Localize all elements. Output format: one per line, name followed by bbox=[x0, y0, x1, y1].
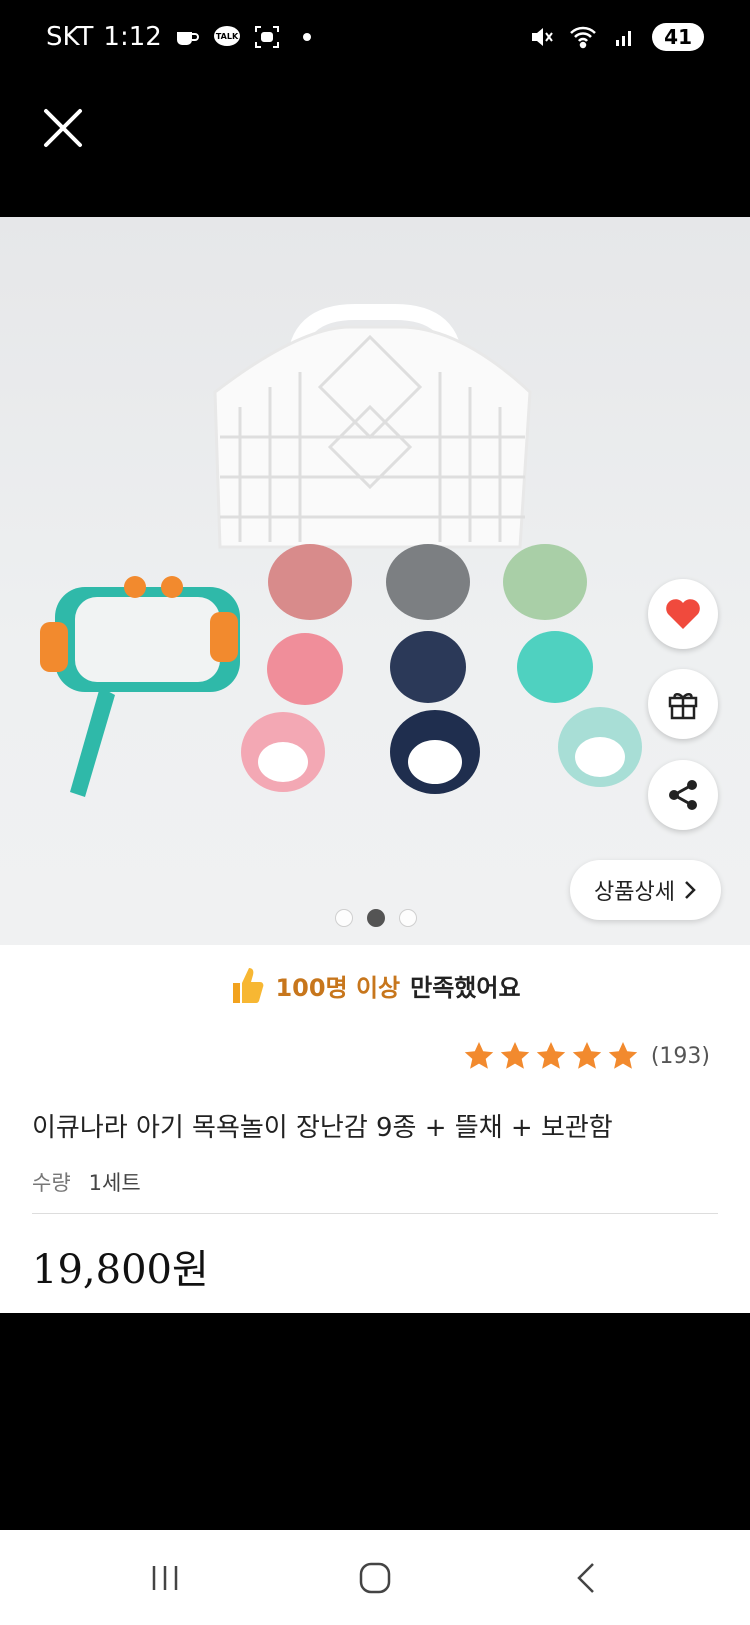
fishing-net bbox=[40, 576, 240, 797]
divider bbox=[32, 1213, 718, 1214]
svg-text:TALK: TALK bbox=[216, 32, 239, 41]
star-icon bbox=[608, 1042, 638, 1069]
carrier: SKT bbox=[46, 22, 94, 52]
carousel-dot-active[interactable] bbox=[367, 909, 385, 927]
signal-icon bbox=[610, 22, 640, 52]
satisfaction-count: 100명 이상 bbox=[275, 973, 401, 1002]
star-icon bbox=[500, 1042, 530, 1069]
status-left: SKT 1:12 TALK bbox=[46, 22, 322, 52]
star-icon bbox=[464, 1042, 494, 1069]
carousel-dot[interactable] bbox=[399, 909, 417, 927]
carousel-dots bbox=[335, 909, 417, 927]
product-detail-label: 상품상세 bbox=[594, 880, 675, 905]
system-nav-bar bbox=[0, 1530, 750, 1625]
heart-icon bbox=[666, 599, 700, 629]
dot-icon bbox=[292, 22, 322, 52]
product-image[interactable]: 상품상세 bbox=[0, 217, 750, 945]
gift-icon bbox=[668, 693, 698, 720]
rating-count: (193) bbox=[650, 1043, 710, 1069]
product-title: 이큐나라 아기 목욕놀이 장난감 9종 + 뜰채 + 보관함 bbox=[32, 1113, 613, 1143]
chevron-right-icon bbox=[685, 881, 696, 899]
recent-apps-button[interactable] bbox=[135, 1555, 195, 1600]
product-info: 100명 이상 만족했어요 (193) 이큐나라 아기 목욕놀이 장난감 9종 … bbox=[0, 945, 750, 1313]
clock: 1:12 bbox=[103, 22, 162, 52]
star-icon bbox=[572, 1042, 602, 1069]
quantity-value: 1세트 bbox=[88, 1171, 141, 1195]
rating[interactable]: (193) bbox=[463, 1040, 710, 1072]
close-button[interactable] bbox=[40, 105, 86, 151]
bath-toys bbox=[241, 544, 642, 794]
kakaotalk-icon: TALK bbox=[212, 22, 242, 52]
status-bar: SKT 1:12 TALK 41 bbox=[0, 0, 750, 80]
home-button[interactable] bbox=[345, 1555, 405, 1600]
back-button[interactable] bbox=[555, 1555, 615, 1600]
status-right: 41 bbox=[526, 22, 704, 52]
quantity-label: 수량 bbox=[32, 1171, 71, 1195]
storage-basket bbox=[213, 304, 532, 549]
coffee-icon bbox=[172, 22, 202, 52]
wifi-icon bbox=[568, 22, 598, 52]
recent-apps-icon bbox=[152, 1565, 178, 1590]
share-icon bbox=[669, 780, 697, 810]
product-detail-button[interactable]: 상품상세 bbox=[570, 860, 721, 920]
carousel-dot[interactable] bbox=[335, 909, 353, 927]
satisfaction-text: 만족했어요 bbox=[410, 973, 521, 1002]
quantity-row: 수량 1세트 bbox=[32, 1167, 141, 1197]
back-icon bbox=[577, 1562, 594, 1593]
screenshot-icon bbox=[252, 22, 282, 52]
wishlist-button[interactable] bbox=[648, 579, 718, 649]
battery-indicator: 41 bbox=[652, 23, 704, 51]
star-icon bbox=[536, 1042, 566, 1069]
thumbs-up-icon bbox=[233, 968, 264, 1003]
mute-icon bbox=[526, 22, 556, 52]
gift-button[interactable] bbox=[648, 669, 718, 739]
product-price: 19,800원 bbox=[32, 1247, 209, 1293]
home-icon bbox=[359, 1562, 391, 1593]
close-icon bbox=[44, 109, 82, 147]
share-button[interactable] bbox=[648, 760, 718, 830]
satisfaction-banner: 100명 이상 만족했어요 bbox=[0, 965, 750, 1005]
product-photo bbox=[40, 304, 642, 797]
